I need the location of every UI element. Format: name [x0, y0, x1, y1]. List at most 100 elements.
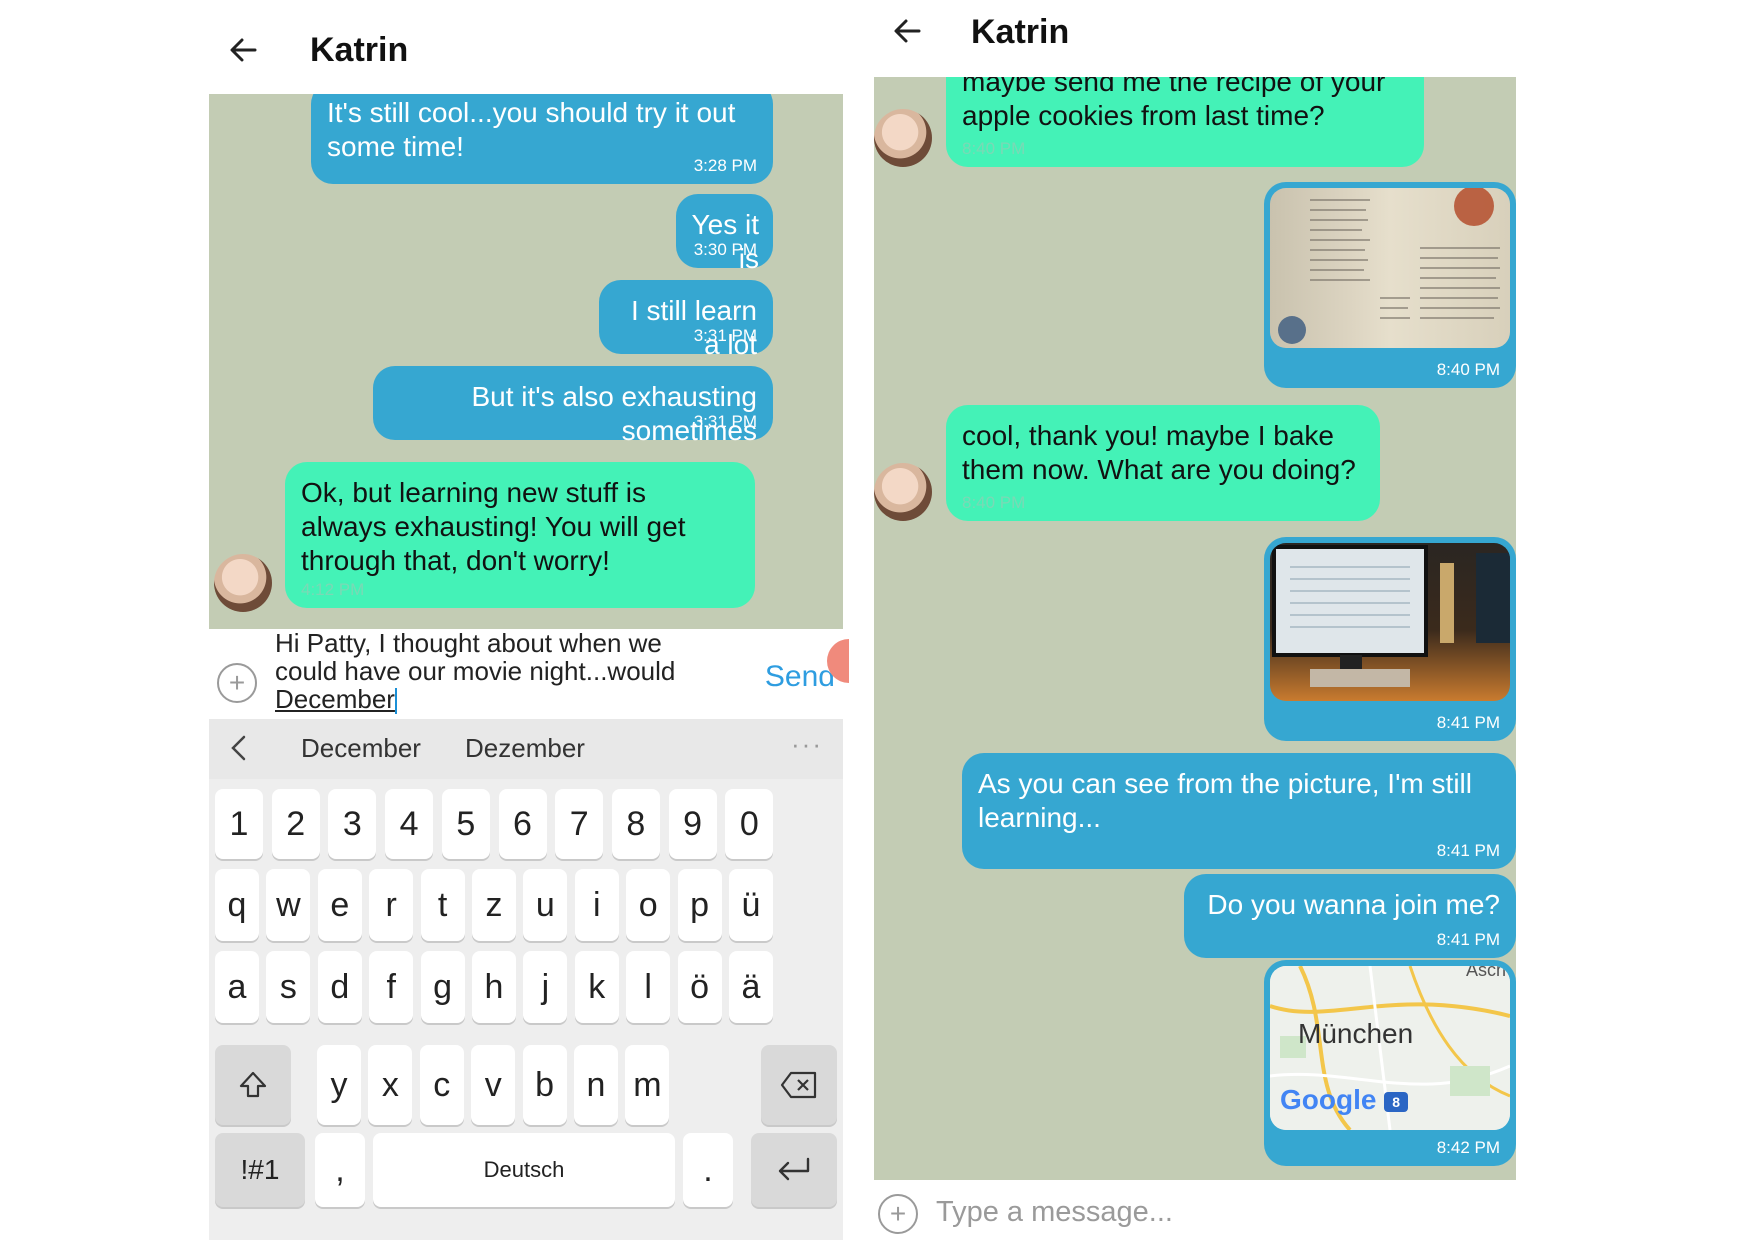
message-text: It's still cool...you should try it out …	[327, 97, 736, 162]
key-n[interactable]: n	[574, 1045, 618, 1125]
key-k[interactable]: k	[574, 951, 619, 1023]
arrow-left-icon	[894, 19, 921, 43]
space-key-label: Deutsch	[483, 1157, 565, 1182]
more-suggestions-button[interactable]: ···	[791, 729, 823, 760]
message-time: 8:40 PM	[962, 493, 1026, 512]
key-s[interactable]: s	[266, 951, 311, 1023]
key-f[interactable]: f	[369, 951, 414, 1023]
key-o[interactable]: o	[626, 869, 671, 941]
key-8[interactable]: 8	[611, 789, 660, 859]
message-list[interactable]: maybe send me the recipe of your apple c…	[874, 77, 1516, 1180]
key-r[interactable]: r	[369, 869, 414, 941]
message-bubble[interactable]: It's still cool...you should try it out …	[311, 94, 773, 184]
message-time: 3:31 PM	[693, 412, 757, 431]
key-w[interactable]: w	[266, 869, 311, 941]
key-1[interactable]: 1	[215, 789, 263, 859]
map-city-label: München	[1298, 1018, 1414, 1049]
key-l[interactable]: l	[626, 951, 671, 1023]
chat-screen-right: Katrin maybe send me the recipe of your …	[874, 0, 1516, 1240]
key-t[interactable]: t	[420, 869, 465, 941]
key-d[interactable]: d	[317, 951, 362, 1023]
key-c[interactable]: c	[419, 1045, 464, 1125]
key-y[interactable]: y	[317, 1045, 361, 1125]
location-message[interactable]: München Asch Google 8 8:42 PM	[1264, 960, 1516, 1166]
key-5[interactable]: 5	[441, 789, 490, 859]
computer-desk-photo[interactable]	[1270, 543, 1510, 701]
message-time: 3:28 PM	[693, 156, 757, 175]
key-m[interactable]: m	[625, 1045, 670, 1125]
plus-icon: +	[228, 667, 246, 698]
map-preview[interactable]: München Asch Google 8	[1270, 966, 1510, 1130]
key-b[interactable]: b	[522, 1045, 567, 1125]
key-q[interactable]: q	[215, 869, 259, 941]
message-input[interactable]: Hi Patty, I thought about when we could …	[275, 629, 715, 715]
message-bubble[interactable]: Do you wanna join me? 8:41 PM	[1184, 874, 1516, 958]
message-bubble[interactable]: cool, thank you! maybe I bake them now. …	[946, 405, 1380, 521]
message-bubble[interactable]: I still learn a lot 3:31 PM	[599, 280, 773, 360]
contact-avatar[interactable]	[214, 554, 272, 612]
key-2[interactable]: 2	[271, 789, 320, 859]
key-h[interactable]: h	[472, 951, 516, 1023]
backspace-icon	[780, 1071, 817, 1099]
message-text: maybe send me the recipe of your apple c…	[962, 77, 1386, 131]
back-button[interactable]	[887, 11, 927, 51]
back-button[interactable]	[223, 30, 263, 70]
key-j[interactable]: j	[523, 951, 568, 1023]
message-bubble[interactable]: But it's also exhausting sometimes 3:31 …	[373, 366, 773, 446]
key-u[interactable]: u	[523, 869, 568, 941]
road-badge: 8	[1384, 1091, 1409, 1112]
key-a[interactable]: a	[215, 951, 259, 1023]
key-z[interactable]: z	[472, 869, 516, 941]
contact-name: Katrin	[971, 13, 1070, 51]
google-logo: Google 8	[1280, 1084, 1409, 1116]
key-6[interactable]: 6	[498, 789, 547, 859]
period-key[interactable]: .	[683, 1133, 733, 1207]
key-ö[interactable]: ö	[677, 951, 722, 1023]
comma-key[interactable]: ,	[315, 1133, 365, 1207]
key-ä[interactable]: ä	[729, 951, 773, 1023]
add-attachment-button[interactable]: +	[217, 663, 257, 703]
chevron-left-icon[interactable]	[225, 733, 255, 763]
message-bubble[interactable]: Yes it is 3:30 PM	[676, 194, 773, 274]
chat-header: Katrin	[874, 0, 1516, 77]
add-attachment-button[interactable]: +	[878, 1194, 918, 1234]
message-bubble[interactable]: As you can see from the picture, I'm sti…	[962, 753, 1516, 869]
message-time: 8:41 PM	[1436, 841, 1500, 860]
symbols-key[interactable]: !#1	[215, 1133, 305, 1207]
key-4[interactable]: 4	[385, 789, 434, 859]
suggestion-item[interactable]: December	[301, 733, 421, 764]
message-list[interactable]: It's still cool...you should try it out …	[209, 94, 843, 629]
key-ü[interactable]: ü	[729, 869, 773, 941]
key-x[interactable]: x	[368, 1045, 413, 1125]
message-input[interactable]: Type a message...	[936, 1196, 1173, 1229]
key-7[interactable]: 7	[555, 789, 604, 859]
contact-avatar[interactable]	[874, 109, 932, 167]
key-9[interactable]: 9	[668, 789, 717, 859]
message-time: 4:12 PM	[301, 580, 365, 599]
key-i[interactable]: i	[574, 869, 619, 941]
contact-avatar[interactable]	[874, 463, 932, 521]
send-button[interactable]: Send	[765, 660, 835, 694]
image-message[interactable]: 8:40 PM	[1264, 182, 1516, 388]
message-time: 8:41 PM	[1436, 713, 1500, 732]
key-v[interactable]: v	[471, 1045, 516, 1125]
key-e[interactable]: e	[317, 869, 362, 941]
message-time: 8:40 PM	[962, 139, 1026, 158]
enter-key[interactable]	[751, 1133, 837, 1207]
key-g[interactable]: g	[420, 951, 465, 1023]
message-bubble[interactable]: maybe send me the recipe of your apple c…	[946, 77, 1424, 167]
message-bubble[interactable]: Ok, but learning new stuff is always exh…	[285, 462, 755, 608]
key-3[interactable]: 3	[328, 789, 377, 859]
recipe-book-photo[interactable]	[1270, 188, 1510, 348]
key-p[interactable]: p	[677, 869, 722, 941]
backspace-key[interactable]	[761, 1045, 837, 1125]
suggestion-item[interactable]: Dezember	[465, 733, 585, 764]
image-message[interactable]: 8:41 PM	[1264, 537, 1516, 741]
message-text: As you can see from the picture, I'm sti…	[978, 768, 1472, 833]
space-key[interactable]: Deutsch	[373, 1133, 675, 1207]
key-0[interactable]: 0	[725, 789, 774, 859]
arrow-left-icon	[230, 38, 257, 62]
google-logo-text: Google	[1280, 1084, 1377, 1115]
shift-key[interactable]	[215, 1045, 291, 1125]
plus-icon: +	[889, 1198, 907, 1229]
